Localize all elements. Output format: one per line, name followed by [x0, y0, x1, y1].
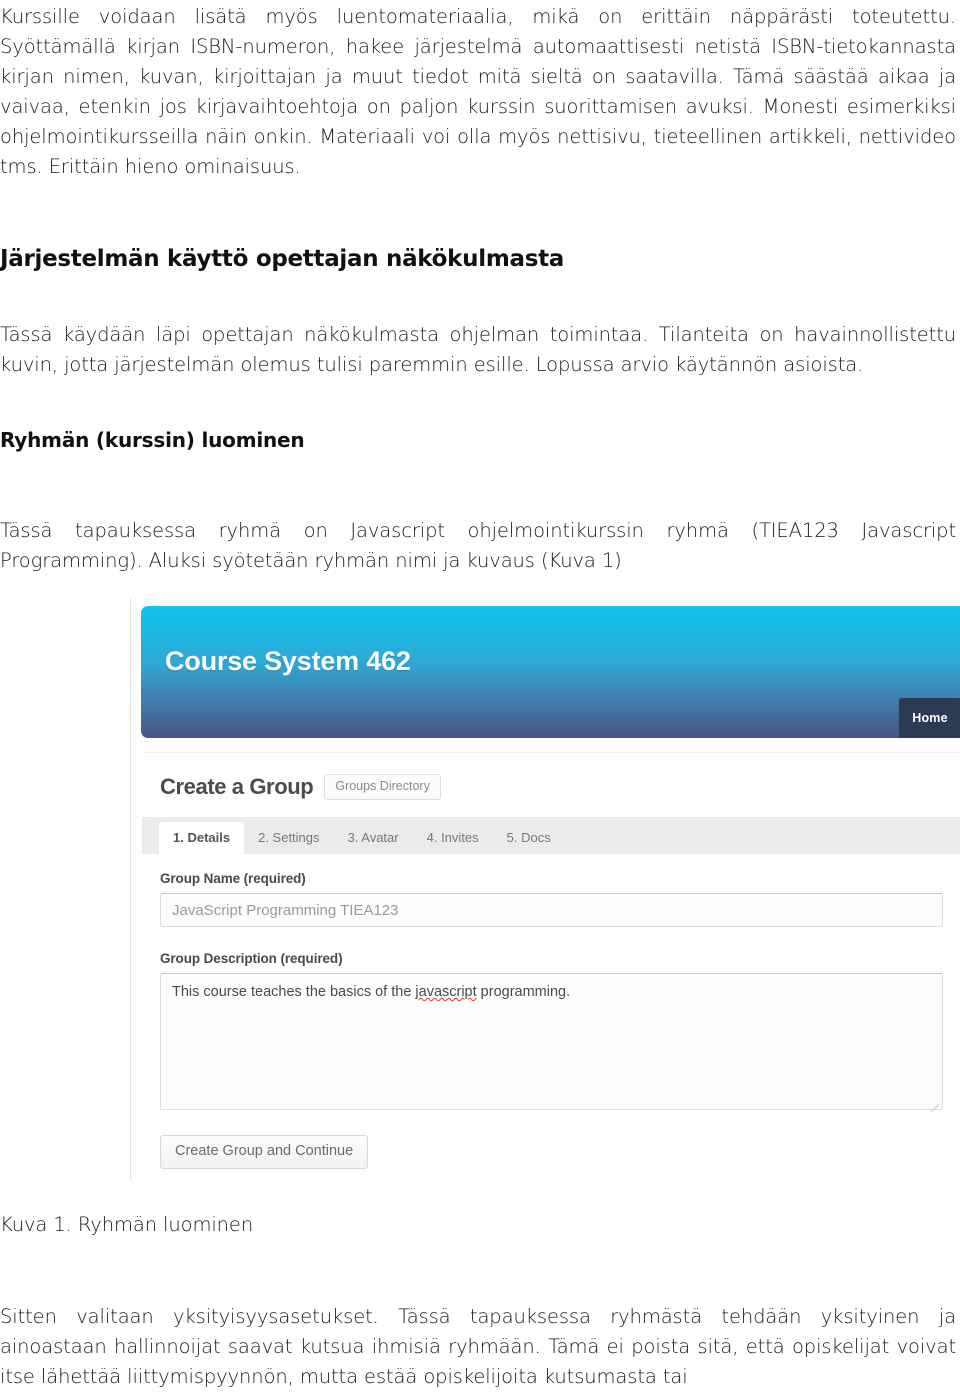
app-header-banner: Course System 462 Home [141, 606, 960, 738]
spellcheck-underlined-word: javascript [415, 984, 477, 1000]
figure-caption: Kuva 1. Ryhmän luominen [0, 1213, 254, 1236]
intro-paragraph: Kurssille voidaan lisätä myös luentomate… [0, 5, 956, 178]
create-group-and-continue-button[interactable]: Create Group and Continue [160, 1135, 369, 1169]
wizard-tab-bar: 1. Details 2. Settings 3. Avatar 4. Invi… [142, 817, 960, 854]
figure-screenshot: Course System 462 Home Create a Group Gr… [130, 598, 960, 1180]
create-group-form: Group Name (required) JavaScript Program… [160, 871, 943, 1169]
app-site-title: Course System 462 [165, 646, 411, 676]
page-title: Create a Group [160, 774, 314, 799]
closing-paragraph: Sitten valitaan yksityisyysasetukset. Tä… [0, 1305, 956, 1388]
group-description-textarea[interactable]: This course teaches the basics of the ja… [160, 973, 943, 1113]
home-nav-button[interactable]: Home [899, 698, 960, 738]
tab-avatar[interactable]: 3. Avatar [334, 822, 413, 854]
tab-invites[interactable]: 4. Invites [413, 822, 493, 854]
document-body: Kurssille voidaan lisätä myös luentomate… [0, 0, 960, 1392]
divider [142, 752, 960, 753]
home-nav-label: Home [912, 711, 948, 725]
sub-paragraph: Tässä tapauksessa ryhmä on Javascript oh… [0, 519, 956, 572]
page-header: Create a Group Groups Directory [160, 774, 441, 800]
app-content: Create a Group Groups Directory 1. Detai… [142, 738, 960, 1180]
tab-settings[interactable]: 2. Settings [244, 822, 333, 854]
groups-directory-button[interactable]: Groups Directory [324, 774, 441, 800]
tab-details[interactable]: 1. Details [159, 822, 245, 854]
section-paragraph: Tässä käydään läpi opettajan näkökulmast… [0, 323, 956, 376]
resize-handle-icon[interactable] [927, 1094, 939, 1113]
group-name-value: JavaScript Programming TIEA123 [172, 901, 399, 919]
group-name-label: Group Name (required) [160, 871, 306, 886]
group-description-text-post: programming. [476, 984, 571, 1000]
tab-docs[interactable]: 5. Docs [493, 822, 565, 854]
group-name-input[interactable]: JavaScript Programming TIEA123 [160, 893, 943, 927]
sub-heading: Ryhmän (kurssin) luominen [0, 428, 305, 452]
app-window: Course System 462 Home Create a Group Gr… [130, 598, 960, 1180]
group-description-text-pre: This course teaches the basics of the [172, 984, 416, 1000]
document-page: Kurssille voidaan lisätä myös luentomate… [0, 0, 960, 1388]
section-heading: Järjestelmän käyttö opettajan näkökulmas… [0, 246, 565, 272]
group-description-label: Group Description (required) [160, 951, 343, 966]
